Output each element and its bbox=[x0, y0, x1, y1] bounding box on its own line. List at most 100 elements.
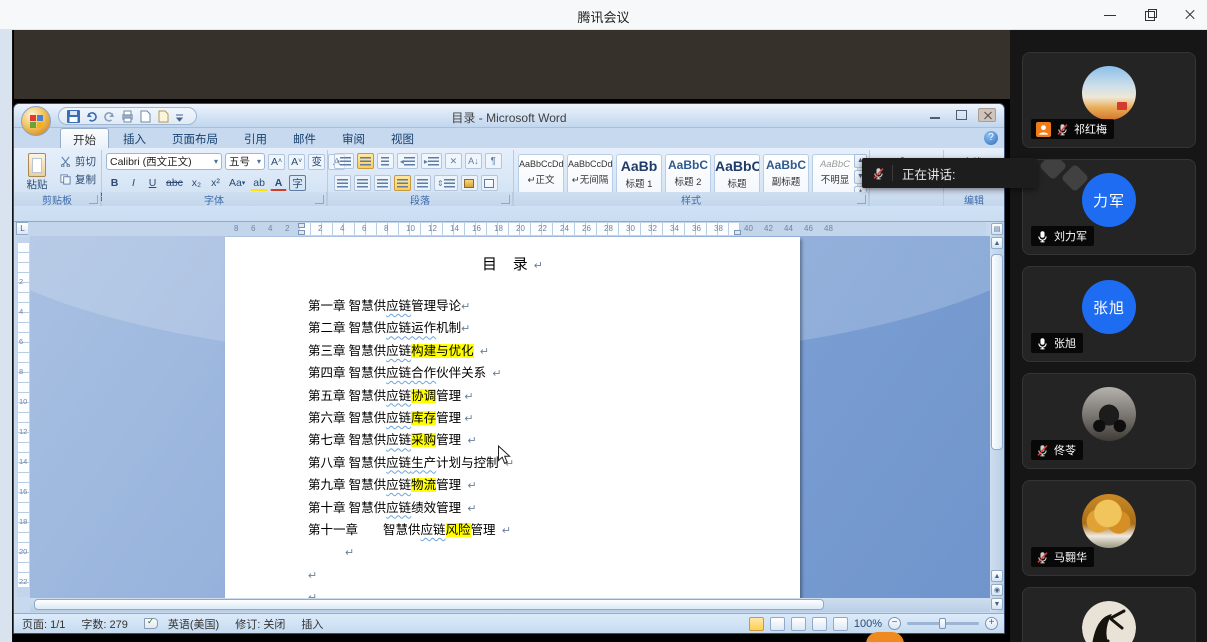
tab-3[interactable]: 引用 bbox=[232, 128, 279, 148]
multilevel-list-button[interactable] bbox=[377, 153, 394, 169]
minimize-icon[interactable] bbox=[1103, 8, 1117, 22]
align-right-button[interactable] bbox=[374, 175, 391, 191]
bold-button[interactable]: B bbox=[106, 175, 123, 191]
dialog-launcher-icon[interactable] bbox=[315, 195, 324, 204]
tab-5[interactable]: 审阅 bbox=[330, 128, 377, 148]
dialog-launcher-icon[interactable] bbox=[857, 195, 866, 204]
track-changes-indicator[interactable]: 修订: 关闭 bbox=[235, 616, 285, 632]
draft-view-button[interactable] bbox=[833, 617, 848, 631]
zoom-slider[interactable] bbox=[907, 622, 979, 625]
outline-view-button[interactable] bbox=[812, 617, 827, 631]
underline-button[interactable]: U bbox=[144, 175, 161, 191]
hanging-indent-marker[interactable] bbox=[298, 230, 305, 235]
office-button[interactable] bbox=[21, 106, 51, 136]
qat-dropdown-icon[interactable] bbox=[175, 110, 188, 123]
scroll-up-icon[interactable]: ▲ bbox=[991, 237, 1003, 249]
italic-button[interactable]: I bbox=[125, 175, 142, 191]
undo-icon[interactable] bbox=[85, 110, 98, 123]
word-count[interactable]: 字数: 279 bbox=[81, 616, 127, 632]
font-group-label[interactable]: 字体 bbox=[102, 192, 327, 206]
asian-layout-button[interactable]: ✕ bbox=[445, 153, 462, 169]
change-case-button[interactable]: Aa▾ bbox=[226, 175, 248, 191]
sort-button[interactable]: A↓ bbox=[465, 153, 482, 169]
decrease-indent-button[interactable]: ◂ bbox=[397, 153, 418, 169]
restore-icon[interactable] bbox=[1143, 8, 1157, 22]
strikethrough-button[interactable]: abc bbox=[163, 175, 186, 191]
tab-home[interactable]: 开始 bbox=[60, 128, 109, 148]
redo-icon[interactable] bbox=[103, 110, 116, 123]
new-document-icon[interactable] bbox=[139, 110, 152, 123]
subscript-button[interactable]: x₂ bbox=[188, 175, 205, 191]
shrink-font-button[interactable]: A˅ bbox=[288, 154, 305, 170]
tab-1[interactable]: 插入 bbox=[111, 128, 158, 148]
right-indent-marker[interactable] bbox=[734, 230, 741, 235]
styles-group-label[interactable]: 样式 bbox=[514, 192, 869, 206]
increase-indent-button[interactable]: ▸ bbox=[421, 153, 442, 169]
close-icon[interactable] bbox=[1183, 8, 1197, 22]
language-indicator[interactable]: 英语(美国) bbox=[168, 616, 219, 632]
zoom-level[interactable]: 100% bbox=[854, 618, 882, 630]
tab-4[interactable]: 邮件 bbox=[281, 128, 328, 148]
grow-font-button[interactable]: A˄ bbox=[268, 154, 285, 170]
participant-tile[interactable]: 力军刘力军 bbox=[1022, 159, 1196, 255]
web-layout-view-button[interactable] bbox=[791, 617, 806, 631]
font-size-combo[interactable]: 五号▾ bbox=[225, 153, 265, 170]
select-browse-object-icon[interactable]: ◉ bbox=[991, 584, 1003, 596]
floating-bubble[interactable] bbox=[866, 632, 904, 642]
align-center-button[interactable] bbox=[354, 175, 371, 191]
tab-6[interactable]: 视图 bbox=[379, 128, 426, 148]
copy-button[interactable]: 复制 bbox=[60, 172, 107, 187]
enclose-characters-button[interactable]: 字 bbox=[289, 175, 306, 191]
open-icon[interactable] bbox=[157, 110, 170, 123]
justify-button[interactable] bbox=[394, 175, 411, 191]
document-page[interactable]: 目 录↵ 第一章 智慧供应链管理导论↵第二章 智慧供应链运作机制↵第三章 智慧供… bbox=[225, 237, 800, 598]
word-restore-icon[interactable] bbox=[952, 108, 970, 122]
page-indicator[interactable]: 页面: 1/1 bbox=[22, 616, 65, 632]
ruby-guide-button[interactable]: 变 bbox=[308, 154, 325, 170]
participant-tile[interactable] bbox=[1022, 587, 1196, 642]
word-close-icon[interactable] bbox=[978, 108, 996, 122]
spellcheck-icon[interactable] bbox=[144, 618, 158, 629]
dialog-launcher-icon[interactable] bbox=[501, 195, 510, 204]
save-icon[interactable] bbox=[67, 110, 80, 123]
text-highlight-button[interactable]: ab bbox=[250, 175, 268, 191]
participant-tile[interactable]: 马翾华 bbox=[1022, 480, 1196, 576]
ruler-toggle-button[interactable]: ▤ bbox=[991, 223, 1003, 235]
distribute-button[interactable] bbox=[414, 175, 431, 191]
insert-mode-indicator[interactable]: 插入 bbox=[301, 616, 323, 632]
zoom-in-button[interactable]: + bbox=[985, 617, 998, 630]
participant-tile[interactable]: 祁红梅 bbox=[1022, 52, 1196, 148]
next-page-icon[interactable]: ▼ bbox=[991, 598, 1003, 610]
clipboard-group-label[interactable]: 剪贴板 bbox=[14, 192, 101, 206]
hscrollbar-thumb[interactable] bbox=[34, 599, 824, 610]
print-layout-view-button[interactable] bbox=[749, 617, 764, 631]
word-minimize-icon[interactable] bbox=[926, 108, 944, 122]
superscript-button[interactable]: x² bbox=[207, 175, 224, 191]
horizontal-scrollbar[interactable] bbox=[30, 598, 990, 612]
dialog-launcher-icon[interactable] bbox=[89, 195, 98, 204]
paragraph-group-label[interactable]: 段落 bbox=[328, 192, 513, 206]
borders-button[interactable] bbox=[481, 175, 498, 191]
scrollbar-thumb[interactable] bbox=[991, 254, 1003, 450]
cut-button[interactable]: 剪切 bbox=[60, 154, 107, 169]
numbering-button[interactable] bbox=[357, 153, 374, 169]
show-marks-button[interactable]: ¶ bbox=[485, 153, 502, 169]
tab-2[interactable]: 页面布局 bbox=[160, 128, 230, 148]
paste-button[interactable]: 粘贴 bbox=[19, 153, 55, 192]
participant-tile[interactable]: 张旭张旭 bbox=[1022, 266, 1196, 362]
print-icon[interactable] bbox=[121, 110, 134, 123]
first-line-indent-marker[interactable] bbox=[298, 223, 305, 228]
align-left-button[interactable] bbox=[334, 175, 351, 191]
vertical-scrollbar[interactable]: ▤ ▲ ▲ ◉ ▼ bbox=[990, 222, 1004, 612]
zoom-out-button[interactable]: − bbox=[888, 617, 901, 630]
font-color-button[interactable]: A bbox=[270, 175, 287, 191]
bullets-button[interactable]: • bbox=[334, 153, 354, 169]
zoom-slider-thumb[interactable] bbox=[939, 618, 946, 629]
previous-page-icon[interactable]: ▲ bbox=[991, 570, 1003, 582]
help-icon[interactable]: ? bbox=[984, 131, 998, 145]
participant-tile[interactable]: 佟苓 bbox=[1022, 373, 1196, 469]
shading-button[interactable] bbox=[461, 175, 478, 191]
line-spacing-button[interactable]: ⇕ bbox=[434, 175, 458, 191]
fullscreen-view-button[interactable] bbox=[770, 617, 785, 631]
font-name-combo[interactable]: Calibri (西文正文)▾ bbox=[106, 153, 222, 170]
